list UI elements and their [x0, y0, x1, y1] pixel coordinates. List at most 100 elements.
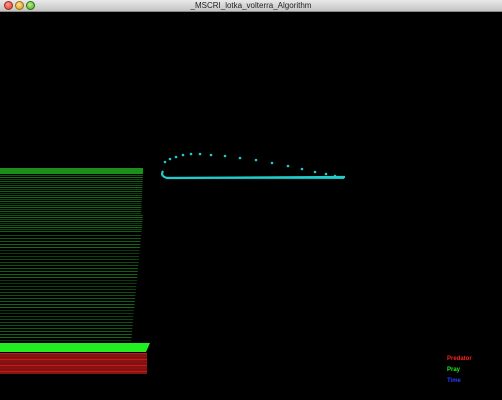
prey-bar	[0, 187, 143, 188]
prey-bar	[0, 307, 135, 308]
prey-bar	[0, 215, 143, 216]
prey-bar	[0, 298, 136, 299]
prey-bar	[0, 223, 143, 224]
prey-bar	[0, 221, 143, 222]
prey-bar	[0, 199, 142, 200]
prey-bar	[0, 241, 141, 242]
phase-dot	[223, 154, 227, 158]
window-title: _MSCRI_lotka_volterra_Algorithm	[190, 1, 312, 10]
prey-bar	[0, 250, 140, 251]
prey-bar	[0, 175, 143, 176]
prey-bar	[0, 197, 142, 198]
prey-bar	[0, 322, 133, 323]
predator-bar	[0, 368, 147, 370]
prey-bar	[0, 274, 138, 275]
phase-dot	[198, 152, 202, 156]
prey-bar	[0, 229, 142, 230]
prey-bar	[0, 203, 142, 204]
predator-bar	[0, 363, 147, 365]
prey-bar	[0, 253, 140, 254]
phase-dot	[163, 160, 167, 164]
predator-bar	[0, 365, 147, 367]
prey-bar	[0, 181, 143, 182]
prey-bar	[0, 328, 133, 329]
prey-bar	[0, 283, 137, 284]
prey-bar	[0, 185, 143, 186]
prey-bar	[0, 295, 136, 296]
predator-bar	[0, 353, 147, 355]
predator-bar	[0, 372, 147, 374]
prey-bar	[0, 193, 143, 194]
prey-bar	[0, 179, 143, 180]
sketch-canvas	[0, 152, 346, 374]
prey-bar	[0, 211, 142, 212]
prey-bar	[0, 337, 132, 338]
prey-bar	[0, 195, 142, 196]
prey-bar	[0, 313, 134, 314]
prey-bar	[0, 227, 142, 228]
phase-dot	[174, 155, 178, 159]
prey-bar	[0, 280, 137, 281]
prey-bar	[0, 301, 135, 302]
prey-bar	[0, 325, 133, 326]
predator-bar	[0, 369, 147, 371]
prey-bar	[0, 244, 141, 245]
predator-bar	[0, 362, 147, 364]
prey-bar	[0, 189, 143, 190]
phase-dot	[313, 170, 317, 174]
app-window: _MSCRI_lotka_volterra_Algorithm Predator…	[0, 0, 502, 400]
phase-dot	[238, 156, 242, 160]
prey-bar	[0, 304, 135, 305]
phase-dot	[270, 161, 274, 165]
legend-time: Time	[447, 378, 461, 384]
legend: Predator Pray Time	[447, 354, 472, 387]
prey-bar	[0, 316, 134, 317]
phase-trajectory	[161, 152, 346, 180]
prey-bar	[0, 201, 142, 202]
phase-dot	[341, 176, 345, 180]
phase-dot	[189, 152, 193, 156]
prey-bar	[0, 207, 142, 208]
predator-bar	[0, 356, 147, 358]
phase-dot	[254, 158, 258, 162]
phase-dot	[324, 172, 328, 176]
prey-bar	[0, 259, 139, 260]
prey-bar	[0, 265, 139, 266]
predator-bar	[0, 371, 147, 373]
prey-bar	[0, 289, 136, 290]
legend-prey: Pray	[447, 367, 461, 373]
prey-bar	[0, 271, 138, 272]
phase-dot	[209, 153, 213, 157]
prey-bar	[0, 292, 136, 293]
prey-bar	[0, 340, 132, 341]
prey-bar	[0, 205, 142, 206]
predator-history-bars	[0, 353, 147, 374]
prey-bar	[0, 191, 143, 192]
prey-bar	[0, 238, 141, 239]
prey-bar	[0, 277, 138, 278]
prey-history-bars	[0, 168, 150, 352]
prey-bar	[0, 286, 137, 287]
phase-dot	[168, 157, 172, 161]
predator-bar	[0, 357, 147, 359]
predator-bar	[0, 366, 147, 368]
prey-bar	[0, 331, 132, 332]
prey-bar	[0, 334, 132, 335]
prey-bar	[0, 168, 143, 174]
prey-bar	[0, 247, 140, 248]
legend-predator: Predator	[447, 356, 472, 362]
prey-bar	[0, 213, 142, 214]
prey-bar	[0, 217, 143, 218]
predator-bar	[0, 360, 147, 362]
predator-bar	[0, 354, 147, 356]
prey-bar	[0, 235, 142, 236]
prey-bar	[0, 209, 142, 210]
prey-bar-current	[0, 343, 150, 352]
prey-bar	[0, 268, 138, 269]
prey-bar	[0, 219, 143, 220]
prey-bar	[0, 231, 142, 232]
phase-dot	[300, 167, 304, 171]
prey-bar	[0, 183, 143, 184]
prey-bar	[0, 319, 134, 320]
title-bar[interactable]: _MSCRI_lotka_volterra_Algorithm	[0, 0, 502, 12]
